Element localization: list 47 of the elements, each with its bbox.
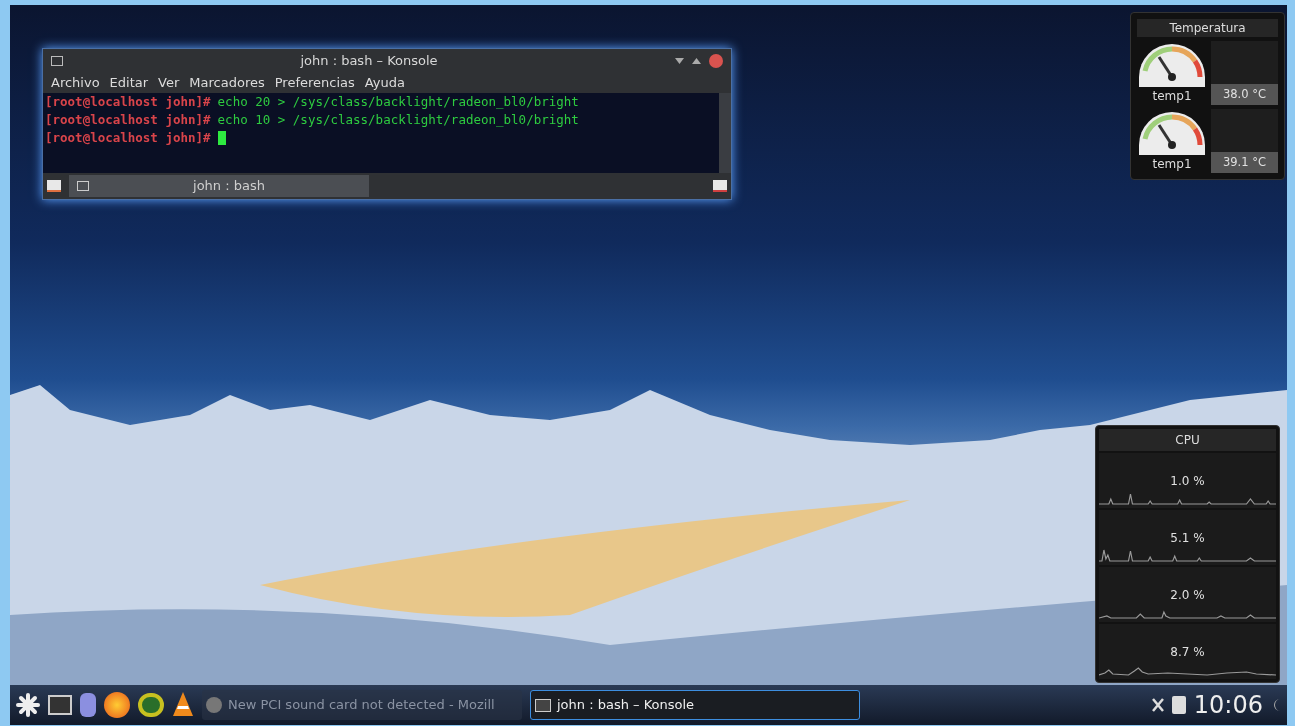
browser-launcher-icon[interactable] xyxy=(104,692,130,718)
gauge-icon xyxy=(1137,109,1207,155)
window-title: john : bash – Konsole xyxy=(299,52,439,71)
cpu-reading: 1.0 % xyxy=(1170,473,1205,490)
menu-item[interactable]: Preferencias xyxy=(274,73,355,93)
command: echo 20 > /sys/class/backlight/radeon_bl0/bright xyxy=(217,93,579,111)
sensor-label: temp1 xyxy=(1152,88,1192,105)
cone-launcher-icon[interactable] xyxy=(172,692,194,718)
menu-item[interactable]: Archivo xyxy=(51,73,100,93)
terminal-icon xyxy=(77,181,89,191)
sensor-label: temp1 xyxy=(1152,156,1192,173)
prompt: [root@localhost john]# xyxy=(45,111,211,129)
prompt: [root@localhost john]# xyxy=(45,93,211,111)
close-icon[interactable] xyxy=(709,54,723,68)
terminal-launcher-icon[interactable] xyxy=(48,695,72,715)
temperature-reading: 39.1 °C xyxy=(1211,151,1278,173)
clipboard-icon[interactable] xyxy=(1171,696,1186,714)
globe-icon xyxy=(206,697,222,713)
cpu-reading: 2.0 % xyxy=(1170,587,1205,604)
tab[interactable]: john : bash xyxy=(69,175,369,197)
cpu-reading: 5.1 % xyxy=(1170,530,1205,547)
scrollbar[interactable] xyxy=(719,93,731,173)
gauge-icon xyxy=(1137,41,1207,87)
widget-title: Temperatura xyxy=(1137,19,1278,37)
maximize-icon[interactable] xyxy=(692,58,701,64)
menu-item[interactable]: Ayuda xyxy=(364,73,405,93)
task-button[interactable]: john : bash – Konsole xyxy=(530,690,860,720)
menu-item[interactable]: Editar xyxy=(109,73,149,93)
task-button[interactable]: New PCI sound card not detected - Mozill xyxy=(202,690,522,720)
task-label: john : bash – Konsole xyxy=(557,696,695,715)
task-label: New PCI sound card not detected - Mozill xyxy=(228,696,495,715)
temperature-reading: 38.0 °C xyxy=(1211,83,1278,105)
terminal-icon xyxy=(51,56,63,66)
command: echo 10 > /sys/class/backlight/radeon_bl0/bright xyxy=(217,111,579,129)
cursor-icon xyxy=(217,131,226,145)
cpu-reading: 8.7 % xyxy=(1170,644,1205,661)
minimize-icon[interactable] xyxy=(675,58,684,64)
app-launcher-icon[interactable] xyxy=(16,693,40,717)
widget-title: CPU xyxy=(1099,429,1276,451)
clock[interactable]: 10:06 xyxy=(1193,687,1263,723)
prompt: [root@localhost john]# xyxy=(45,129,211,147)
menu-item[interactable]: Marcadores xyxy=(189,73,265,93)
tab-label: john : bash xyxy=(191,177,266,196)
menu-item[interactable]: Ver xyxy=(158,73,180,93)
close-tab-icon[interactable] xyxy=(713,180,727,192)
new-tab-icon[interactable] xyxy=(47,180,61,192)
terminal-icon xyxy=(535,698,551,712)
